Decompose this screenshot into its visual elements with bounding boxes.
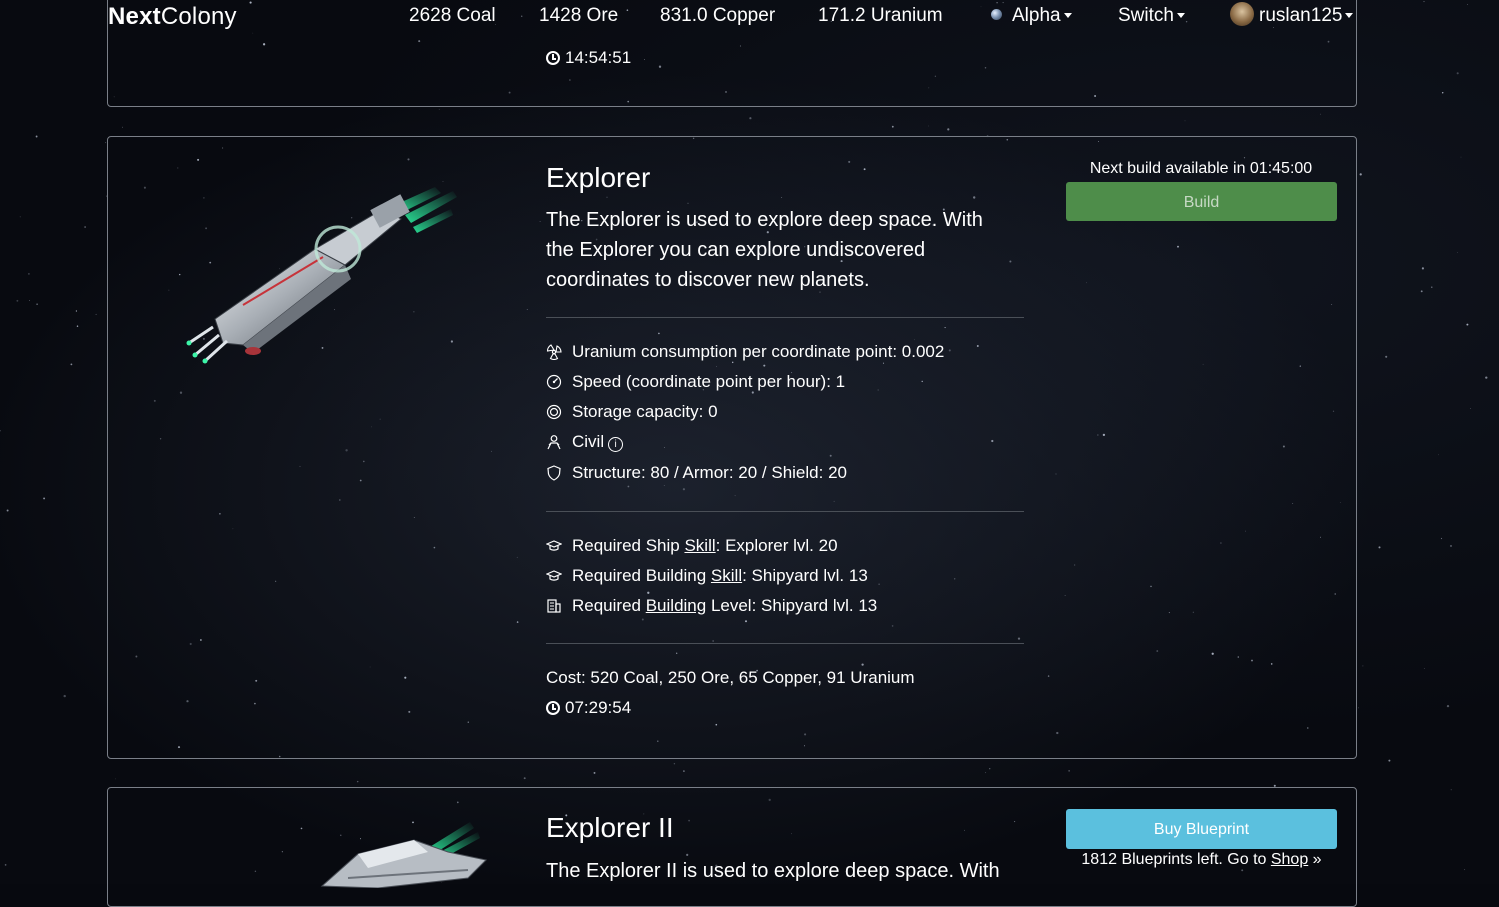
buy-blueprint-button[interactable]: Buy Blueprint (1066, 809, 1337, 849)
ship-title: Explorer (546, 162, 651, 193)
storage-stat: Storage capacity: 0 (546, 401, 718, 423)
shop-link[interactable]: Shop (1271, 851, 1308, 868)
storage-icon (546, 404, 562, 420)
blueprints-left-text: 1812 Blueprints left. Go to Shop » (1081, 851, 1322, 868)
previous-ship-card: 14:54:51 (107, 0, 1357, 107)
ship-skill-link[interactable]: Skill (684, 536, 715, 555)
ship-description: The Explorer II is used to explore deep … (546, 860, 1000, 882)
building-link[interactable]: Building (646, 596, 707, 615)
info-icon[interactable]: i (608, 437, 624, 452)
clock-icon (546, 51, 560, 65)
uranium-consumption-stat: Uranium consumption per coordinate point… (546, 341, 944, 363)
explorer-ii-ship-image (320, 822, 488, 888)
graduation-cap-icon (546, 568, 562, 584)
ship-title: Explorer II (546, 812, 674, 843)
defense-stat: Structure: 80 / Armor: 20 / Shield: 20 (546, 462, 847, 484)
divider (546, 511, 1024, 512)
build-button[interactable]: Build (1066, 182, 1337, 221)
person-icon (546, 434, 562, 450)
shield-icon (546, 465, 562, 481)
building-icon (546, 598, 562, 614)
build-time: 14:54:51 (546, 48, 631, 68)
required-building-skill: Required Building Skill: Shipyard lvl. 1… (546, 565, 868, 587)
graduation-cap-icon (546, 538, 562, 554)
next-build-timer: Next build available in 01:45:00 (1089, 160, 1313, 177)
required-building-level: Required Building Level: Shipyard lvl. 1… (546, 595, 877, 617)
build-cost: Cost: 520 Coal, 250 Ore, 65 Copper, 91 U… (546, 668, 915, 687)
clock-icon (546, 701, 560, 715)
radiation-icon (546, 344, 562, 360)
explorer-ship-card: Explorer The Explorer is used to explore… (107, 136, 1357, 759)
divider (546, 643, 1024, 644)
speedometer-icon (546, 374, 562, 390)
class-stat: Civil i (546, 431, 624, 453)
explorer-ii-ship-card: Explorer II The Explorer II is used to e… (107, 787, 1357, 907)
explorer-ship-image (186, 187, 457, 364)
building-skill-link[interactable]: Skill (711, 566, 742, 585)
speed-stat: Speed (coordinate point per hour): 1 (546, 371, 845, 393)
ship-description: The Explorer is used to explore deep spa… (546, 209, 983, 291)
build-time: 07:29:54 (546, 698, 631, 718)
divider (546, 317, 1024, 318)
required-ship-skill: Required Ship Skill: Explorer lvl. 20 (546, 535, 838, 557)
